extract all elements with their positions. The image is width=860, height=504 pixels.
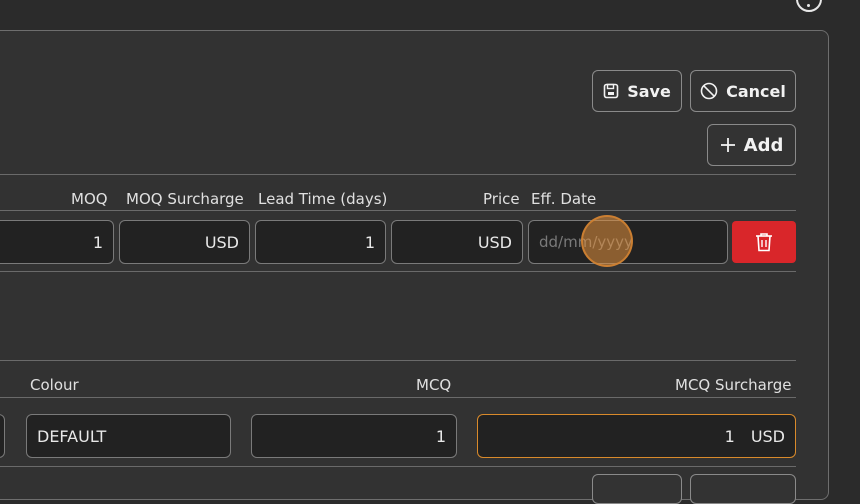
partial-input[interactable] [0, 414, 5, 458]
mcq-surcharge-input[interactable]: 1 USD [477, 414, 796, 458]
divider [0, 271, 796, 272]
header-mcq-surcharge: MCQ Surcharge [675, 376, 792, 394]
partial-button[interactable] [592, 474, 682, 504]
trash-icon [756, 233, 772, 252]
divider [0, 466, 796, 467]
header-colour: Colour [30, 376, 79, 394]
colour-input[interactable]: DEFAULT [26, 414, 231, 458]
moq-surcharge-input[interactable]: USD [119, 220, 250, 264]
help-icon[interactable] [796, 0, 822, 12]
mcq-surcharge-currency: USD [750, 426, 785, 446]
add-button[interactable]: Add [707, 124, 796, 166]
cancel-button[interactable]: Cancel [690, 70, 796, 112]
delete-button[interactable] [732, 221, 796, 263]
header-price: Price [483, 190, 520, 208]
plus-icon [720, 138, 735, 152]
header-eff-date: Eff. Date [531, 190, 597, 208]
divider [0, 360, 796, 361]
header-moq: MOQ [71, 190, 108, 208]
save-icon [603, 83, 619, 99]
divider [0, 397, 796, 398]
cancel-label: Cancel [726, 81, 786, 101]
header-mcq: MCQ [416, 376, 452, 394]
partial-button[interactable] [690, 474, 796, 504]
click-indicator [581, 215, 633, 267]
add-label: Add [743, 134, 784, 156]
cancel-icon [700, 82, 718, 100]
divider [0, 174, 796, 175]
mcq-surcharge-value: 1 [724, 426, 735, 446]
lead-time-input[interactable]: 1 [255, 220, 386, 264]
moq-input[interactable]: 1 [0, 220, 114, 264]
price-input[interactable]: USD [391, 220, 523, 264]
divider [0, 210, 796, 211]
save-button[interactable]: Save [592, 70, 682, 112]
header-moq-surcharge: MOQ Surcharge [126, 190, 244, 208]
save-label: Save [627, 81, 671, 101]
header-lead-time: Lead Time (days) [258, 190, 388, 208]
mcq-input[interactable]: 1 [251, 414, 457, 458]
